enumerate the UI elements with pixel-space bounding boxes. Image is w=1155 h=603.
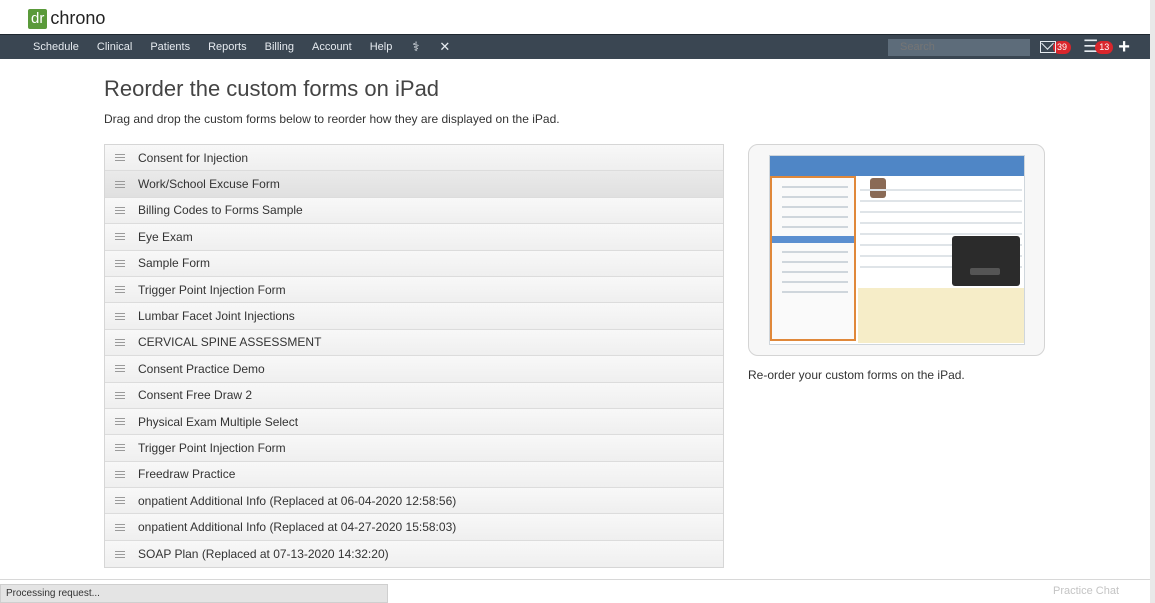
nav-item-account[interactable]: Account xyxy=(312,41,352,53)
drag-handle-icon[interactable] xyxy=(115,365,125,373)
drag-handle-icon[interactable] xyxy=(115,523,125,531)
ipad-preview xyxy=(748,144,1045,356)
form-row[interactable]: SOAP Plan (Replaced at 07-13-2020 14:32:… xyxy=(105,540,723,568)
form-row[interactable]: onpatient Additional Info (Replaced at 0… xyxy=(105,488,723,515)
form-label: Consent Practice Demo xyxy=(138,361,265,376)
add-icon[interactable]: + xyxy=(1118,37,1130,57)
drag-handle-icon[interactable] xyxy=(115,550,125,558)
form-label: Work/School Excuse Form xyxy=(138,177,280,192)
form-label: Eye Exam xyxy=(138,229,193,244)
form-row[interactable]: Work/School Excuse Form xyxy=(105,171,723,198)
nav-menu: Schedule Clinical Patients Reports Billing Ac… xyxy=(0,41,392,53)
nav-item-billing[interactable]: Billing xyxy=(265,41,294,53)
form-label: Freedraw Practice xyxy=(138,467,236,482)
form-label: CERVICAL SPINE ASSESSMENT xyxy=(138,335,322,350)
form-row[interactable]: Lumbar Facet Joint Injections xyxy=(105,303,723,330)
menu-badge: 13 xyxy=(1095,40,1114,54)
form-label: Billing Codes to Forms Sample xyxy=(138,203,303,218)
page-subtitle: Drag and drop the custom forms below to … xyxy=(104,112,560,126)
ipad-screenshot xyxy=(769,155,1025,345)
form-row[interactable]: Physical Exam Multiple Select xyxy=(105,408,723,436)
drag-handle-icon[interactable] xyxy=(115,259,125,267)
nav-item-clinical[interactable]: Clinical xyxy=(97,41,132,53)
form-row[interactable]: Trigger Point Injection Form xyxy=(105,435,723,462)
nav-item-help[interactable]: Help xyxy=(370,41,393,53)
close-icon[interactable]: ✕ xyxy=(439,39,450,55)
nav-item-patients[interactable]: Patients xyxy=(150,41,190,53)
drag-handle-icon[interactable] xyxy=(115,206,125,214)
drag-handle-icon[interactable] xyxy=(115,233,125,241)
form-row[interactable]: Eye Exam xyxy=(105,224,723,251)
form-row[interactable]: Freedraw Practice xyxy=(105,461,723,489)
drchrono-logo[interactable]: dr chrono xyxy=(28,8,105,29)
scrollbar-gutter xyxy=(1150,0,1155,603)
footer-divider xyxy=(0,579,1150,580)
caduceus-icon[interactable]: ⚕ xyxy=(412,39,419,55)
page-title: Reorder the custom forms on iPad xyxy=(104,76,440,101)
logo-text: chrono xyxy=(50,8,106,28)
header-actions: 39 ☰ 13 + xyxy=(1040,37,1130,57)
form-label: Consent Free Draw 2 xyxy=(138,388,253,403)
logo-mark: dr xyxy=(28,8,48,29)
form-label: Consent for Injection xyxy=(138,150,249,165)
form-row[interactable]: Consent for Injection xyxy=(105,145,723,172)
drag-handle-icon[interactable] xyxy=(115,470,125,478)
form-row[interactable]: Consent Free Draw 2 xyxy=(105,382,723,409)
drag-handle-icon[interactable] xyxy=(115,391,125,399)
form-label: Trigger Point Injection Form xyxy=(138,440,286,455)
form-label: onpatient Additional Info (Replaced at 0… xyxy=(138,493,457,508)
form-label: onpatient Additional Info (Replaced at 0… xyxy=(138,520,457,535)
nav-item-schedule[interactable]: Schedule xyxy=(33,41,79,53)
form-label: Lumbar Facet Joint Injections xyxy=(138,309,295,324)
drag-handle-icon[interactable] xyxy=(115,286,125,294)
form-label: Trigger Point Injection Form xyxy=(138,282,286,297)
form-row[interactable]: onpatient Additional Info (Replaced at 0… xyxy=(105,514,723,541)
drag-handle-icon[interactable] xyxy=(115,418,125,426)
logo-bar: dr chrono xyxy=(0,0,1155,34)
drag-handle-icon[interactable] xyxy=(115,338,125,346)
top-navbar: Schedule Clinical Patients Reports Billing Ac… xyxy=(0,34,1150,59)
drag-handle-icon[interactable] xyxy=(115,312,125,320)
form-label: Physical Exam Multiple Select xyxy=(138,414,299,429)
form-row[interactable]: Consent Practice Demo xyxy=(105,356,723,383)
drag-handle-icon[interactable] xyxy=(115,444,125,452)
search-input[interactable] xyxy=(888,39,1030,56)
form-row[interactable]: Trigger Point Injection Form xyxy=(105,276,723,304)
custom-forms-list: Consent for Injection Work/School Excuse … xyxy=(104,144,724,569)
form-row[interactable]: Billing Codes to Forms Sample xyxy=(105,197,723,225)
form-label: Sample Form xyxy=(138,256,211,271)
nav-item-reports[interactable]: Reports xyxy=(208,41,247,53)
preview-caption: Re-order your custom forms on the iPad. xyxy=(748,368,965,382)
mail-icon[interactable] xyxy=(1040,41,1056,53)
drag-handle-icon[interactable] xyxy=(115,180,125,188)
form-row[interactable]: CERVICAL SPINE ASSESSMENT xyxy=(105,329,723,357)
drag-handle-icon[interactable] xyxy=(115,497,125,505)
form-row[interactable]: Sample Form xyxy=(105,250,723,277)
form-label: SOAP Plan (Replaced at 07-13-2020 14:32:… xyxy=(138,547,389,562)
practice-chat-button[interactable]: Practice Chat xyxy=(1053,585,1119,597)
status-bar: Processing request... xyxy=(0,584,388,603)
drag-handle-icon[interactable] xyxy=(115,154,125,162)
